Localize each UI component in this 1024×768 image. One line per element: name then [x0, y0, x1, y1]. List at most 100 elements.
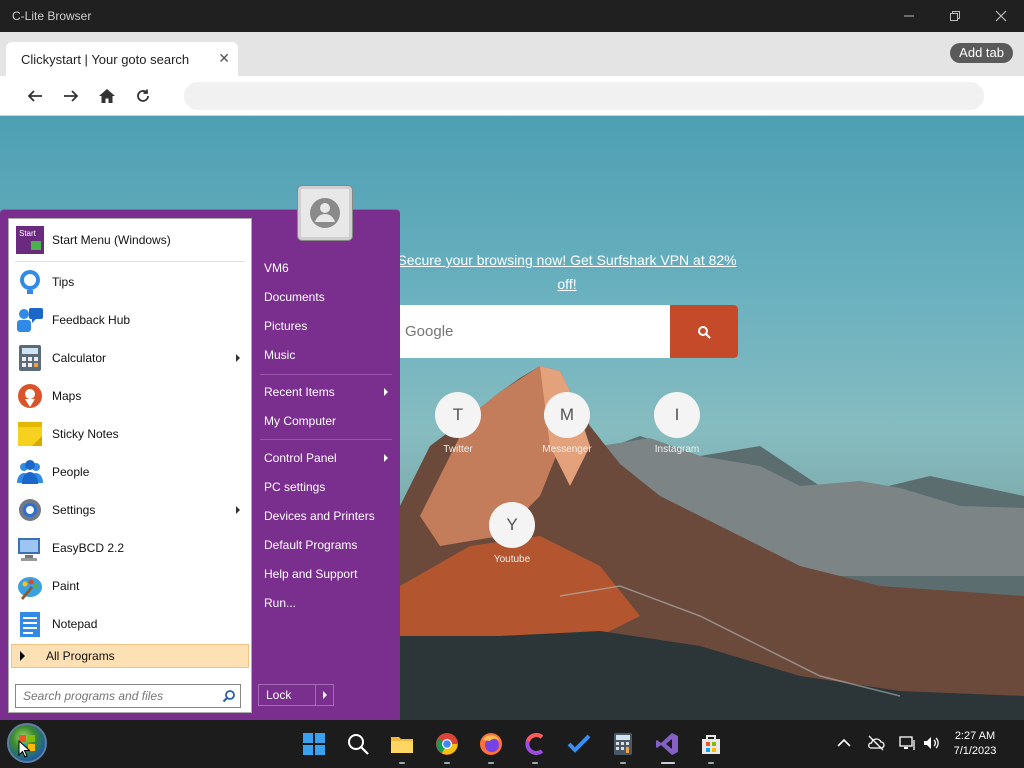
settings-icon	[19, 499, 41, 521]
shortcut-label: Twitter	[443, 444, 473, 455]
places-recent-items[interactable]: Recent Items	[258, 380, 392, 404]
taskbar: 2:27 AM 7/1/2023	[0, 720, 1024, 768]
start-menu-app-icon: Start	[16, 226, 44, 254]
places-music[interactable]: Music	[258, 343, 392, 367]
shortcut-instagram[interactable]: I Instagram	[637, 392, 717, 455]
google-search-input[interactable]	[392, 305, 670, 358]
places-my-computer[interactable]: My Computer	[258, 409, 392, 433]
firefox-icon[interactable]	[479, 732, 503, 756]
todo-icon[interactable]	[567, 732, 591, 756]
home-icon	[99, 89, 115, 103]
search-icon[interactable]	[346, 732, 370, 756]
windows-logo-icon[interactable]	[302, 732, 326, 756]
minimize-button[interactable]	[886, 0, 932, 32]
running-indicator	[399, 762, 405, 764]
submenu-arrow-icon	[384, 454, 388, 462]
item-label: Paint	[52, 579, 80, 593]
system-clock[interactable]: 2:27 AM 7/1/2023	[945, 729, 1005, 759]
forward-button[interactable]	[61, 86, 81, 106]
store-icon[interactable]	[699, 732, 723, 756]
program-tips[interactable]: Tips	[12, 264, 248, 300]
program-sticky-notes[interactable]: Sticky Notes	[12, 416, 248, 452]
network-icon[interactable]	[899, 734, 917, 752]
calculator-icon[interactable]	[611, 732, 635, 756]
shortcut-messenger[interactable]: M Messenger	[527, 392, 607, 455]
clock-date: 7/1/2023	[953, 745, 997, 757]
volume-icon[interactable]	[922, 734, 940, 752]
close-window-button[interactable]	[978, 0, 1024, 32]
places-run[interactable]: Run...	[258, 591, 392, 615]
submenu-arrow-icon	[236, 506, 240, 514]
chevron-up-icon[interactable]	[835, 734, 853, 752]
item-label: Sticky Notes	[52, 427, 119, 441]
reload-icon	[137, 89, 149, 102]
start-menu: Start Start Menu (Windows) Tips Feedback…	[0, 209, 400, 720]
user-avatar[interactable]	[298, 186, 352, 240]
places-help-support[interactable]: Help and Support	[258, 562, 392, 586]
programs-pane: Start Start Menu (Windows) Tips Feedback…	[8, 218, 252, 713]
svg-text:Start: Start	[19, 229, 37, 238]
address-bar[interactable]	[184, 82, 984, 110]
item-label: Maps	[52, 389, 82, 403]
program-calculator[interactable]: Calculator	[12, 340, 248, 376]
places-documents[interactable]: Documents	[258, 285, 392, 309]
separator	[260, 439, 392, 440]
restore-button[interactable]	[932, 0, 978, 32]
places-devices-printers[interactable]: Devices and Printers	[258, 504, 392, 528]
start-search-box	[15, 684, 241, 708]
running-indicator	[708, 762, 714, 764]
browser-tab[interactable]: Clickystart | Your goto search ✕	[6, 42, 238, 76]
separator	[260, 374, 392, 375]
back-arrow-icon	[27, 90, 42, 102]
program-easybcd[interactable]: EasyBCD 2.2	[12, 530, 248, 566]
shortcut-youtube[interactable]: Y Youtube	[472, 502, 552, 565]
start-search-input[interactable]	[16, 685, 216, 707]
add-tab-button[interactable]: Add tab	[950, 43, 1013, 63]
program-feedback-hub[interactable]: Feedback Hub	[12, 302, 248, 338]
program-maps[interactable]: Maps	[12, 378, 248, 414]
item-label: EasyBCD 2.2	[52, 541, 125, 555]
places-vm6[interactable]: VM6	[258, 256, 392, 280]
start-menu-windows-item[interactable]: Start Start Menu (Windows)	[12, 222, 248, 258]
power-options-arrow[interactable]	[315, 685, 333, 705]
shortcut-twitter[interactable]: T Twitter	[418, 392, 498, 455]
reload-button[interactable]	[133, 86, 153, 106]
lock-button[interactable]: Lock	[258, 684, 334, 706]
file-explorer-icon[interactable]	[390, 732, 414, 756]
lock-label: Lock	[266, 688, 292, 702]
c-lite-icon[interactable]	[523, 732, 547, 756]
visual-studio-icon[interactable]	[655, 732, 679, 756]
back-button[interactable]	[25, 86, 45, 106]
running-indicator	[488, 762, 494, 764]
promo-link[interactable]: Secure your browsing now! Get Surfshark …	[392, 248, 742, 296]
cloud-offline-icon[interactable]	[867, 734, 885, 752]
tab-strip: Clickystart | Your goto search ✕ Add tab	[0, 32, 1024, 76]
submenu-arrow-icon	[236, 354, 240, 362]
all-programs-button[interactable]: All Programs	[11, 644, 249, 668]
user-icon	[310, 198, 340, 228]
item-label: Settings	[52, 503, 96, 517]
program-people[interactable]: People	[12, 454, 248, 490]
tab-close-icon[interactable]: ✕	[218, 50, 230, 67]
item-label: Control Panel	[264, 451, 337, 465]
places-pictures[interactable]: Pictures	[258, 314, 392, 338]
chrome-icon[interactable]	[435, 732, 459, 756]
chevron-right-icon	[322, 691, 327, 699]
item-label: Notepad	[52, 617, 98, 631]
places-control-panel[interactable]: Control Panel	[258, 446, 392, 470]
program-paint[interactable]: Paint	[12, 568, 248, 604]
paint-icon	[18, 577, 42, 600]
all-programs-label: All Programs	[46, 649, 115, 663]
home-button[interactable]	[97, 86, 117, 106]
easybcd-icon	[18, 538, 40, 561]
tab-title: Clickystart | Your goto search	[21, 52, 190, 67]
close-icon	[995, 10, 1007, 22]
feedback-hub-icon	[17, 308, 43, 332]
places-default-programs[interactable]: Default Programs	[258, 533, 392, 557]
google-search-button[interactable]	[670, 305, 738, 358]
program-settings[interactable]: Settings	[12, 492, 248, 528]
notepad-icon	[20, 612, 40, 637]
program-notepad[interactable]: Notepad	[12, 606, 248, 642]
shortcut-letter: T	[435, 392, 481, 438]
places-pc-settings[interactable]: PC settings	[258, 475, 392, 499]
